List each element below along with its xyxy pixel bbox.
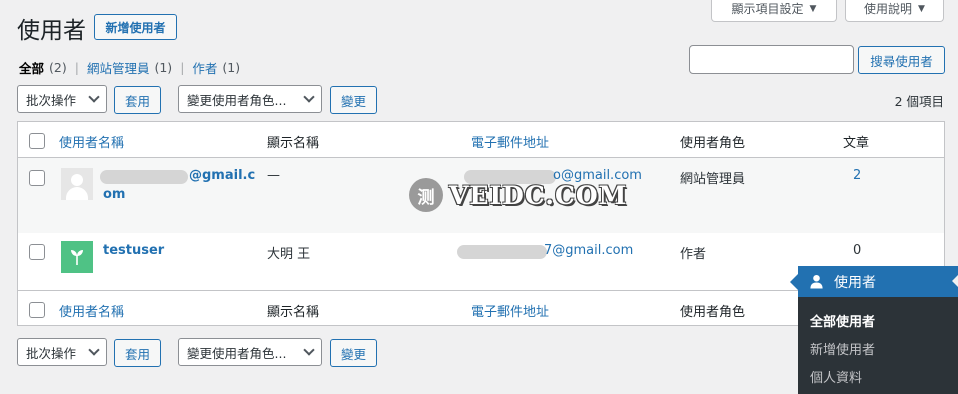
filter-admin-link[interactable]: 網站管理員 xyxy=(87,58,150,77)
filter-separator: | xyxy=(180,60,185,75)
caret-down-icon: ▼ xyxy=(918,3,925,14)
apply-button[interactable]: 套用 xyxy=(114,86,161,114)
chevron-down-icon xyxy=(303,344,315,356)
column-role: 使用者角色 xyxy=(680,136,746,151)
bulk-action-select-bottom[interactable]: 批次操作 xyxy=(17,338,107,366)
bulk-action-label: 批次操作 xyxy=(26,345,77,361)
change-role-select[interactable]: 變更使用者角色... xyxy=(178,85,322,113)
posts-count-link[interactable]: 2 xyxy=(853,168,861,183)
submenu-all-users[interactable]: 全部使用者 xyxy=(810,311,875,330)
column-username[interactable]: 使用者名稱 xyxy=(59,301,124,320)
help-tab[interactable]: 使用說明 ▼ xyxy=(845,0,944,22)
column-email[interactable]: 電子郵件地址 xyxy=(471,132,549,151)
column-username[interactable]: 使用者名稱 xyxy=(59,132,124,151)
display-options-tab[interactable]: 顯示項目設定 ▼ xyxy=(711,0,837,22)
chevron-down-icon xyxy=(88,344,100,356)
admin-menu-users-label: 使用者 xyxy=(834,274,876,291)
filter-author-count: (1) xyxy=(222,60,241,75)
filter-all-count: (2) xyxy=(49,60,67,75)
display-name: 大明 王 xyxy=(267,247,311,262)
change-role-label: 變更使用者角色... xyxy=(187,92,287,108)
change-role-label: 變更使用者角色... xyxy=(187,345,287,361)
username-link[interactable]: @gmail.c xyxy=(189,168,255,183)
chevron-down-icon xyxy=(88,91,100,103)
add-new-user-button[interactable]: 新增使用者 xyxy=(94,14,177,40)
email-link[interactable]: 7@gmail.com xyxy=(544,243,633,258)
filter-separator: | xyxy=(74,60,79,75)
user-avatar xyxy=(61,241,93,273)
posts-count: 0 xyxy=(853,243,862,258)
submenu-profile[interactable]: 個人資料 xyxy=(810,367,862,386)
table-header: 使用者名稱 顯示名稱 電子郵件地址 使用者角色 文章 xyxy=(18,122,944,158)
items-count: 2 個項目 xyxy=(894,94,944,109)
change-role-select-bottom[interactable]: 變更使用者角色... xyxy=(178,338,322,366)
apply-button-bottom[interactable]: 套用 xyxy=(114,339,161,367)
column-display-name: 顯示名稱 xyxy=(267,305,320,320)
row-checkbox[interactable] xyxy=(29,170,45,186)
watermark: 测 VEIDC.COM xyxy=(409,178,627,212)
column-role: 使用者角色 xyxy=(680,305,746,320)
redacted-email xyxy=(457,245,547,259)
caret-down-icon: ▼ xyxy=(809,3,817,14)
select-all-checkbox[interactable] xyxy=(29,133,45,149)
admin-menu-users[interactable]: 使用者 xyxy=(790,266,958,297)
watermark-text: VEIDC.COM xyxy=(449,180,628,210)
username-link[interactable]: testuser xyxy=(103,243,164,258)
menu-pointer xyxy=(952,273,958,289)
filter-all-link[interactable]: 全部 xyxy=(19,58,44,77)
row-checkbox[interactable] xyxy=(29,244,45,260)
column-email[interactable]: 電子郵件地址 xyxy=(471,301,549,320)
user-role-filter: 全部 (2) | 網站管理員 (1) | 作者 (1) xyxy=(19,58,240,77)
users-icon xyxy=(810,274,823,289)
search-users-button[interactable]: 搜尋使用者 xyxy=(858,46,945,74)
change-role-button-bottom[interactable]: 變更 xyxy=(330,339,377,367)
filter-author-link[interactable]: 作者 xyxy=(192,58,217,77)
username-link-wrap[interactable]: om xyxy=(103,187,125,202)
watermark-badge: 测 xyxy=(409,178,443,212)
bulk-action-label: 批次操作 xyxy=(26,92,77,108)
redacted-username xyxy=(100,170,188,184)
submenu-add-new-user[interactable]: 新增使用者 xyxy=(810,339,875,358)
display-name: — xyxy=(267,168,280,183)
display-options-label: 顯示項目設定 xyxy=(731,2,804,16)
page-title: 使用者 xyxy=(17,18,86,44)
help-label: 使用說明 xyxy=(864,2,913,16)
role: 作者 xyxy=(680,247,707,262)
admin-submenu: 全部使用者 新增使用者 個人資料 xyxy=(798,297,958,394)
search-users-input[interactable] xyxy=(689,45,854,74)
role: 網站管理員 xyxy=(680,172,746,187)
change-role-button[interactable]: 變更 xyxy=(330,86,377,114)
column-posts: 文章 xyxy=(843,136,870,151)
sprout-icon xyxy=(71,250,83,265)
select-all-checkbox[interactable] xyxy=(29,302,45,318)
default-avatar-icon xyxy=(61,168,93,200)
chevron-down-icon xyxy=(303,91,315,103)
filter-admin-count: (1) xyxy=(154,60,173,75)
column-display-name: 顯示名稱 xyxy=(267,136,320,151)
bulk-action-select[interactable]: 批次操作 xyxy=(17,85,107,113)
